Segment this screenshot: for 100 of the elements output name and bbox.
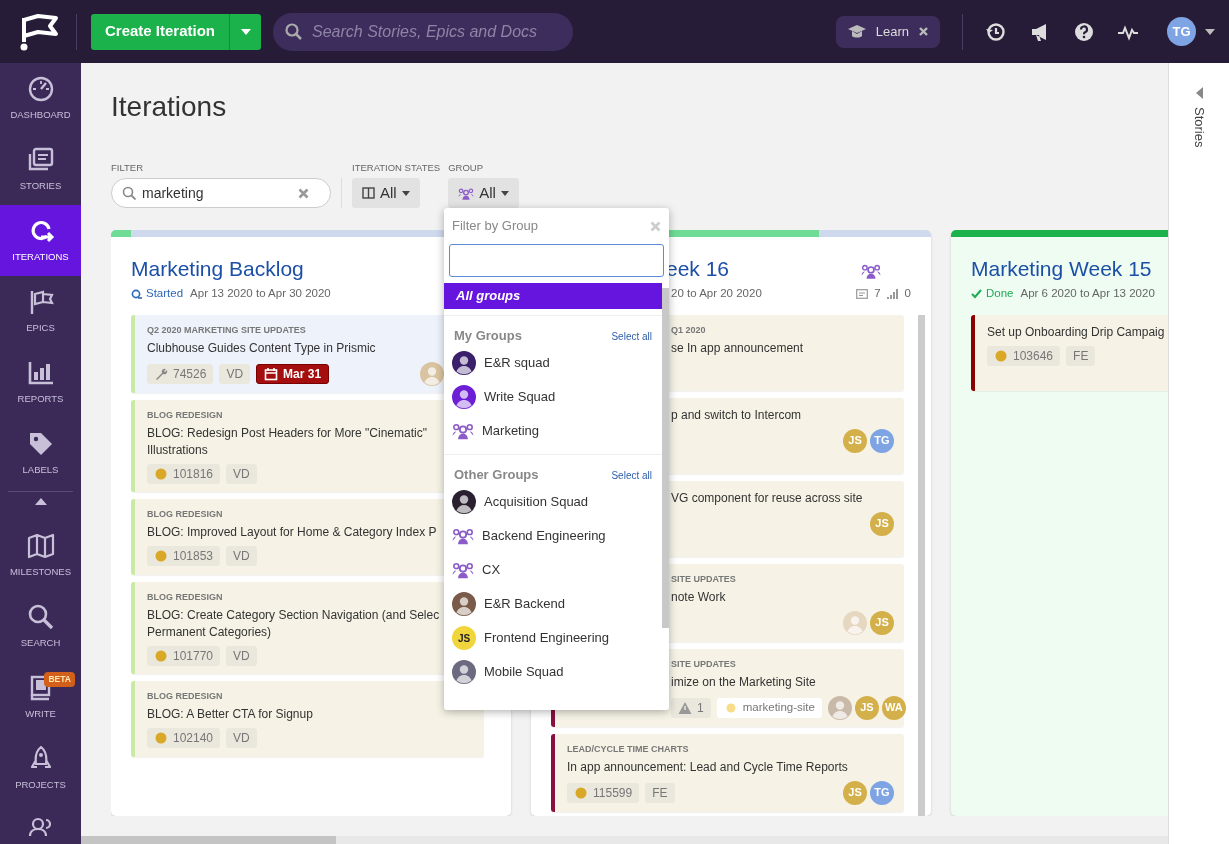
select-all-link[interactable]: Select all [611,328,652,344]
calendar-icon [264,366,279,381]
help-icon[interactable] [1073,20,1095,43]
story-id-tag: 102140 [147,728,221,748]
epic-name: SITE UPDATES [671,572,736,585]
iteration-dates: Apr 13 2020 to Apr 30 2020 [190,286,331,302]
due-date-tag: Mar 31 [256,363,330,384]
story-title: Set up Onboarding Drip Campaig [987,323,1165,341]
collapse-caret-icon[interactable] [34,498,47,505]
search-box[interactable]: Search Stories, Epics and Docs [273,12,574,51]
group-label: GROUP [448,161,484,175]
owner-tag: VD [226,728,257,748]
clear-icon[interactable] [298,187,309,199]
sidebar-item[interactable]: STORIES [0,134,81,205]
story-count-icon [856,288,869,299]
gauge-icon [26,74,55,103]
group-dropdown[interactable]: All [448,178,519,209]
sidebar-item[interactable]: PROJECTS [0,733,81,804]
estimate-dot-icon [574,785,588,800]
learn-button[interactable]: Learn [835,15,940,48]
story-card[interactable]: Set up Onboarding Drip Campaig 103646 FE [971,314,1168,391]
user-avatar: JS [843,428,867,453]
sidebar-item[interactable]: SEARCH [0,591,81,662]
caret-icon[interactable] [1205,28,1215,35]
columns-icon [362,187,375,200]
beta-badge: BETA [44,672,75,687]
iteration-dates: 20 to Apr 20 2020 [671,286,762,302]
estimate-dot-icon [154,549,168,563]
graduation-cap-icon [847,24,866,39]
sidebar-item[interactable]: DASHBOARD [0,63,81,134]
people-icon[interactable] [27,816,54,836]
epic-name: BLOG REDESIGN [147,507,223,520]
story-title: note Work [671,588,726,606]
estimate-dot-icon [994,349,1008,363]
collapse-arrow-icon[interactable] [1195,87,1203,99]
iteration-title[interactable]: Marketing Week 15 [971,255,1152,284]
epic-name: BLOG REDESIGN [147,408,223,421]
sidebar-item[interactable]: ITERATIONS [0,205,81,276]
sidebar-item[interactable]: MILESTONES [0,520,81,591]
story-title: BLOG: Improved Layout for Home & Category Index P [147,523,437,541]
story-title: In app announcement: Lead and Cycle Time Reports [567,758,848,776]
sidebar-item[interactable]: BETA WRITE [0,662,81,733]
scrollbar[interactable] [918,314,925,817]
story-title: BLOG: Redesign Post Headers for More "Cinematic" Illustrations [147,424,428,459]
estimate-dot-icon [154,467,168,481]
story-card[interactable]: LEAD/CYCLE TIME CHARTS In app announcement: Lead and Cycle Time Reports 115599 FE JS TG [551,733,904,812]
menu-option[interactable]: All groups [444,283,662,309]
group-search-field[interactable] [449,244,664,277]
story-id-tag: 115599 [567,782,640,803]
story-card[interactable]: BLOG REDESIGN BLOG: A Better CTA for Signup 102140 VD [131,680,484,757]
iteration-status: Done [986,286,1014,302]
owner-tag: VD [226,546,257,566]
caret-icon [240,28,251,35]
sidebar-item[interactable]: REPORTS [0,347,81,418]
iteration-states-label: ITERATION STATES [352,161,441,175]
story-id-tag: 74526 [147,363,214,384]
dropdown-button[interactable] [229,13,262,50]
owner-tag: VD [226,464,257,484]
search-icon [26,602,55,631]
scrollbar[interactable] [662,288,669,628]
scrollbar[interactable] [81,836,1168,844]
menu-title: Filter by Group [452,217,538,236]
user-avatar: JS [843,780,867,805]
iteration-states-dropdown[interactable]: All [352,178,420,209]
caret-icon [401,190,410,196]
owner-tag: FE [645,782,675,803]
history-icon[interactable] [985,20,1007,43]
warning-icon [678,700,692,715]
user-avatar: JS [854,695,879,720]
story-title: p and switch to Intercom [671,406,802,424]
search-field[interactable]: Search Stories, Epics and Docs [310,18,561,45]
epic-name: LEAD/CYCLE TIME CHARTS [567,742,689,755]
epic-name: Q1 2020 [671,323,706,336]
iteration-title[interactable]: Marketing Backlog [131,255,304,284]
estimate-dot-icon [154,649,168,663]
story-title: imize on the Marketing Site [671,673,816,691]
sidebar-item[interactable]: EPICS [0,276,81,347]
sidebar-item[interactable]: LABELS [0,418,81,489]
owner-tag: FE [1066,346,1096,366]
blocker-tag: 1 [671,697,711,718]
user-avatar: JS [870,511,894,536]
search-icon [285,23,303,40]
story-count: 7 [874,286,881,302]
iteration-dates: Apr 6 2020 to Apr 13 2020 [1020,286,1155,302]
stories-panel-label[interactable]: Stories [1189,107,1209,148]
epic-name: BLOG REDESIGN [147,590,223,603]
caret-icon [500,190,509,196]
user-avatar: WA [881,695,906,720]
group-icon [861,263,881,280]
label-tag[interactable]: marketing-site [716,697,822,718]
story-id-tag: 101816 [147,464,221,484]
story-title: se In app announcement [671,339,804,357]
epic-name: SITE UPDATES [671,657,736,670]
iteration-status: Started [146,286,184,302]
filter-box[interactable]: marketing [111,178,331,209]
user-avatar: JS [870,610,894,635]
page-title: Iterations [111,90,227,124]
filter-field[interactable]: marketing [142,182,292,204]
story-id-tag: 101853 [147,546,221,566]
done-check-icon [971,288,982,299]
